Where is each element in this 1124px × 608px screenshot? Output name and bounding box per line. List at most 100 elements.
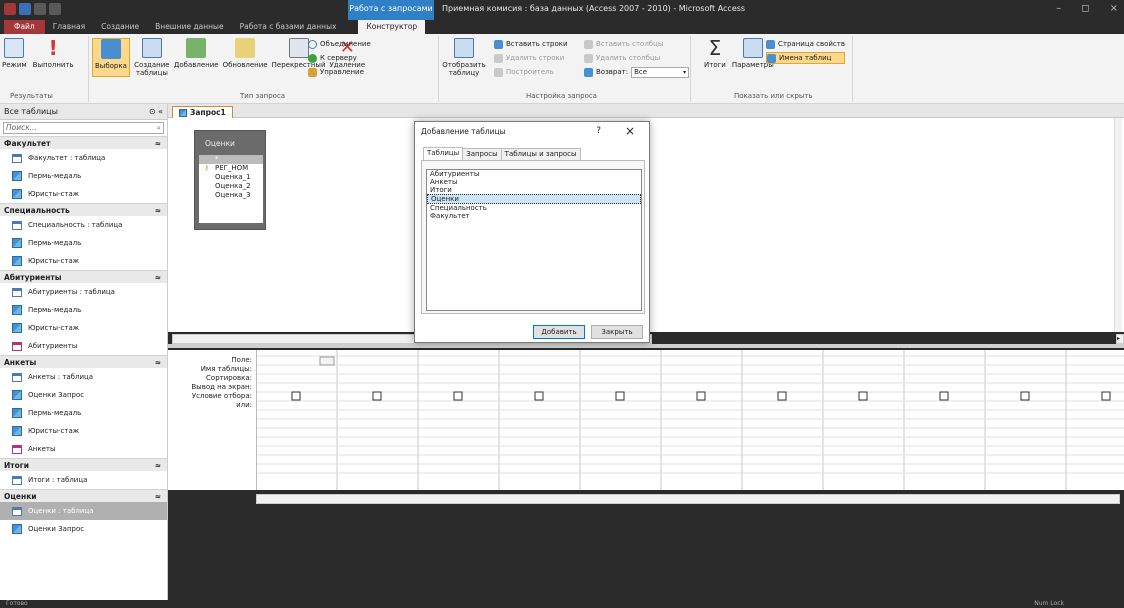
close-window-button[interactable]: × [1110, 0, 1118, 18]
nav-item[interactable]: Специальность : таблица [0, 216, 167, 234]
show-table-button[interactable]: Отобразить таблицу [442, 38, 486, 77]
field-primary-key[interactable]: ⚷ РЕГ_НОМ [199, 164, 263, 173]
passthrough-button[interactable]: К серверу [308, 52, 371, 64]
append-button[interactable]: Добавление [174, 38, 219, 77]
field-item[interactable]: Оценка_1 [199, 173, 263, 182]
delete-columns-button[interactable]: Удалить столбцы [584, 52, 689, 64]
query-document-tab[interactable]: Запрос1 [172, 106, 233, 118]
row-commands: Вставить строки Удалить строки Построите… [494, 38, 568, 78]
insert-columns-button[interactable]: Вставить столбцы [584, 38, 689, 50]
table-names-button[interactable]: Имена таблиц [766, 52, 845, 64]
nav-item-label: Юристы-стаж [28, 324, 80, 332]
undo-icon[interactable] [34, 3, 46, 15]
view-button[interactable]: Режим [2, 38, 27, 69]
nav-group-header[interactable]: Анкеты ≈ [0, 355, 167, 368]
showhide-group-label: Показать или скрыть [734, 92, 813, 100]
update-button[interactable]: Обновление [223, 38, 268, 77]
show-checkbox [696, 391, 706, 401]
table-list-item[interactable]: Абитуриенты [427, 170, 641, 178]
nav-item[interactable]: Оценки Запрос [0, 520, 167, 538]
nav-item[interactable]: Итоги : таблица [0, 471, 167, 489]
nav-search-input[interactable]: Поиск... ⌕ [3, 122, 164, 134]
collapse-chevron-icon: ≈ [154, 205, 161, 215]
select-query-button[interactable]: Выборка [92, 38, 130, 77]
nav-item[interactable]: Юристы-стаж [0, 422, 167, 440]
nav-item-label: Юристы-стаж [28, 427, 80, 435]
nav-item[interactable]: Пермь-медаль [0, 167, 167, 185]
tab-tables-and-queries[interactable]: Таблицы и запросы [500, 148, 581, 160]
field-item[interactable]: Оценка_2 [199, 182, 263, 191]
nav-group-header[interactable]: Абитуриенты ≈ [0, 270, 167, 283]
return-select[interactable]: Все ▾ [631, 66, 690, 78]
nav-item[interactable]: Анкеты [0, 440, 167, 458]
table-listbox[interactable]: Абитуриенты Анкеты Итоги Оценки Специальност… [426, 169, 642, 311]
nav-item[interactable]: Юристы-стаж [0, 185, 167, 203]
delete-rows-icon [494, 53, 503, 63]
nav-item[interactable]: Пермь-медаль [0, 404, 167, 422]
pane-splitter[interactable] [168, 344, 1124, 348]
nav-item[interactable]: Абитуриенты : таблица [0, 283, 167, 301]
group-divider [88, 36, 89, 102]
table-list-item[interactable]: Факультет [427, 212, 641, 220]
nav-item[interactable]: Пермь-медаль [0, 234, 167, 252]
nav-item[interactable]: Юристы-стаж [0, 252, 167, 270]
nav-item[interactable]: Оценки Запрос [0, 386, 167, 404]
table-list-item[interactable]: Итоги [427, 186, 641, 194]
tab-home[interactable]: Главная [45, 20, 93, 34]
table-list-item[interactable]: Анкеты [427, 178, 641, 186]
nav-item[interactable]: Юристы-стаж [0, 319, 167, 337]
table-list-item[interactable]: Специальность [427, 204, 641, 212]
nav-item[interactable]: Пермь-медаль [0, 301, 167, 319]
tab-create[interactable]: Создание [93, 20, 147, 34]
query-icon [179, 108, 187, 117]
field-star[interactable]: * [199, 155, 263, 164]
tab-file[interactable]: Файл [4, 20, 45, 34]
tab-external-data[interactable]: Внешние данные [147, 20, 231, 34]
show-checkbox [1101, 391, 1111, 401]
scroll-right-arrow-icon[interactable]: ▸ [1116, 334, 1124, 344]
grid-cells[interactable] [256, 350, 1124, 490]
field-item[interactable]: Оценка_3 [199, 191, 263, 200]
tab-tables[interactable]: Таблицы [423, 147, 464, 160]
nav-item[interactable]: Оценки : таблица [0, 502, 167, 520]
nav-menu-chevron-icon[interactable]: ⊙ « [149, 107, 163, 116]
nav-item[interactable]: Абитуриенты [0, 337, 167, 355]
nav-group-header[interactable]: Факультет ≈ [0, 136, 167, 149]
tab-queries[interactable]: Запросы [462, 148, 502, 160]
window-controls: – ◻ × [1056, 0, 1118, 18]
maximize-button[interactable]: ◻ [1081, 0, 1089, 18]
nav-group-header[interactable]: Оценки ≈ [0, 489, 167, 502]
grid-horizontal-scrollbar[interactable] [256, 494, 1120, 504]
union-button[interactable]: Объединение [308, 38, 371, 50]
nav-header[interactable]: Все таблицы ⊙ « [0, 104, 167, 120]
nav-item-label: Анкеты [28, 445, 56, 453]
totals-button[interactable]: Σ Итоги [704, 38, 726, 69]
vertical-scrollbar[interactable] [1114, 118, 1122, 332]
nav-item[interactable]: Факультет : таблица [0, 149, 167, 167]
nav-item[interactable]: Анкеты : таблица [0, 368, 167, 386]
delete-rows-button[interactable]: Удалить строки [494, 52, 568, 64]
table-icon [12, 287, 22, 297]
redo-icon[interactable] [49, 3, 61, 15]
data-definition-button[interactable]: Управление [308, 66, 371, 78]
insert-rows-button[interactable]: Вставить строки [494, 38, 568, 50]
table-list-item[interactable]: Оценки [427, 194, 641, 204]
nav-group-header[interactable]: Итоги ≈ [0, 458, 167, 471]
close-button[interactable]: Закрыть [591, 325, 643, 339]
dialog-close-button[interactable]: × [625, 124, 635, 138]
nav-group-header[interactable]: Специальность ≈ [0, 203, 167, 216]
builder-button[interactable]: Построитель [494, 66, 568, 78]
tab-design[interactable]: Конструктор [358, 20, 426, 34]
add-button[interactable]: Добавить [533, 325, 585, 339]
help-button[interactable]: ? [596, 126, 601, 136]
run-button[interactable]: ! Выполнить [33, 38, 74, 69]
minimize-button[interactable]: – [1056, 0, 1061, 18]
tab-database-tools[interactable]: Работа с базами данных [232, 20, 345, 34]
save-icon[interactable] [19, 3, 31, 15]
field-list-window[interactable]: Оценки * ⚷ РЕГ_НОМ Оценка_1 Оценка_2 Оцен… [194, 130, 266, 230]
return-icon [584, 67, 593, 77]
nav-item-label: Пермь-медаль [28, 409, 82, 417]
make-table-button[interactable]: Создание таблицы [134, 38, 170, 77]
property-sheet-button[interactable]: Страница свойств [766, 38, 845, 50]
nav-item-label: Анкеты : таблица [28, 373, 94, 381]
